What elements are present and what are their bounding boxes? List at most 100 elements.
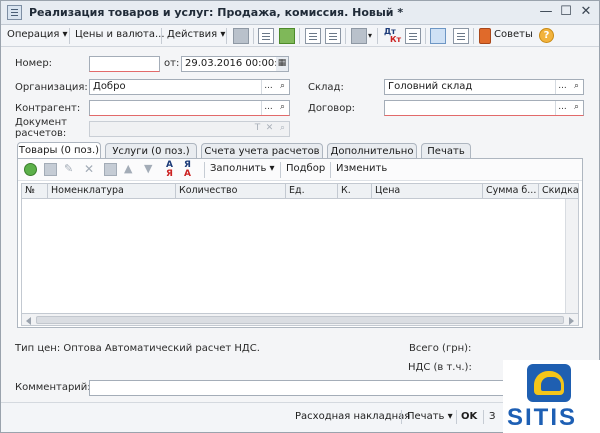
operation-menu[interactable]: Операция ▾	[7, 29, 68, 40]
column-header-number[interactable]: №	[22, 184, 48, 199]
goods-table-body[interactable]	[21, 199, 579, 313]
settlement-document-field[interactable]: T ✕ ⌕	[89, 121, 290, 137]
toolbar-separator	[401, 410, 402, 424]
number-label: Номер:	[15, 58, 53, 69]
tab-additional[interactable]: Дополнительно	[327, 143, 417, 159]
move-down-icon[interactable]: ▼	[144, 163, 157, 176]
dt-kt-icon[interactable]: Дт Кт	[383, 27, 402, 44]
select-button[interactable]: Подбор	[286, 163, 325, 174]
clear-icon[interactable]: ✕	[264, 122, 275, 136]
move-up-icon[interactable]: ▲	[124, 163, 137, 176]
date-label: от:	[164, 58, 180, 69]
price-type-info[interactable]: Тип цен: Оптова Автоматический расчет НД…	[15, 343, 260, 354]
search-icon[interactable]: ⌕	[570, 101, 583, 115]
copy-document-icon[interactable]	[305, 28, 321, 44]
delete-icon[interactable]: ✕	[84, 163, 97, 176]
sort-descending-icon[interactable]: Я А	[184, 161, 191, 179]
close-button[interactable]: ✕	[577, 4, 595, 21]
toolbar-separator	[204, 162, 205, 178]
goods-tab-panel: ✎ ✕ ▲ ▼ А Я Я А Заполнить ▾ Подбор Измен…	[17, 158, 583, 328]
settlement-label-line2: расчетов:	[15, 128, 67, 139]
column-header-discount[interactable]: Скидка	[539, 184, 579, 199]
column-header-price[interactable]: Цена	[372, 184, 483, 199]
search-icon[interactable]: ⌕	[276, 80, 289, 94]
counterparty-field[interactable]: ... ⌕	[89, 100, 290, 116]
column-header-quantity[interactable]: Количество	[176, 184, 286, 199]
select-dots-button[interactable]: ...	[261, 80, 275, 94]
tab-services[interactable]: Услуги (0 поз.)	[105, 143, 197, 159]
warehouse-value: Головний склад	[388, 81, 473, 92]
report-icon[interactable]	[405, 28, 421, 44]
scroll-right-icon[interactable]	[569, 317, 574, 325]
add-icon[interactable]	[24, 163, 37, 176]
warehouse-field[interactable]: Головний склад ... ⌕	[384, 79, 584, 95]
enter-based-on-icon[interactable]	[351, 28, 367, 44]
document-icon	[7, 5, 22, 20]
organization-label: Организация:	[15, 82, 88, 93]
column-header-unit[interactable]: Ед.	[286, 184, 338, 199]
document-movements-icon[interactable]	[325, 28, 341, 44]
fill-menu[interactable]: Заполнить ▾	[210, 163, 275, 174]
sort-desc-bottom: А	[184, 169, 191, 179]
sort-asc-bottom: Я	[166, 169, 173, 179]
column-header-nomenclature[interactable]: Номенклатура	[48, 184, 176, 199]
contract-field[interactable]: ... ⌕	[384, 100, 584, 116]
prices-currency-button[interactable]: Цены и валюта...	[75, 29, 165, 40]
calendar-icon[interactable]: ▦	[276, 57, 288, 71]
select-dots-button[interactable]: ...	[261, 101, 275, 115]
organization-field[interactable]: Добро ... ⌕	[89, 79, 290, 95]
date-field[interactable]: 29.03.2016 00:00:00 ▦	[181, 56, 289, 72]
tab-settlement-accounts[interactable]: Счета учета расчетов	[201, 143, 323, 159]
type-icon[interactable]: T	[252, 122, 263, 136]
edit-icon[interactable]: ✎	[64, 163, 77, 176]
save-icon[interactable]	[233, 28, 249, 44]
select-dots-button[interactable]: ...	[555, 101, 569, 115]
number-field[interactable]	[89, 56, 160, 72]
sort-ascending-icon[interactable]: А Я	[166, 161, 173, 179]
toolbar-separator	[226, 28, 227, 44]
search-icon[interactable]: ⌕	[276, 122, 289, 136]
change-button[interactable]: Изменить	[336, 163, 387, 174]
maximize-button[interactable]: ☐	[557, 4, 575, 21]
tips-icon[interactable]	[479, 28, 491, 44]
total-label: Всего (грн):	[409, 343, 472, 354]
tips-button[interactable]: Советы	[494, 29, 533, 40]
toolbar-separator	[280, 162, 281, 178]
search-icon[interactable]: ⌕	[570, 80, 583, 94]
print-menu[interactable]: Печать ▾	[407, 411, 453, 422]
horizontal-scrollbar[interactable]	[21, 313, 579, 326]
end-edit-icon[interactable]	[104, 163, 117, 176]
toolbar-separator	[161, 28, 162, 44]
structure-icon[interactable]	[430, 28, 446, 44]
scroll-left-icon[interactable]	[26, 317, 31, 325]
chevron-down-icon[interactable]: ▾	[368, 31, 372, 40]
search-icon[interactable]: ⌕	[276, 101, 289, 115]
help-icon[interactable]: ?	[539, 28, 554, 43]
date-value: 29.03.2016 00:00:00	[185, 58, 289, 69]
ok-button[interactable]: OK	[461, 411, 477, 422]
write-document-icon[interactable]	[258, 28, 274, 44]
tab-goods[interactable]: Товары (0 поз.)	[17, 142, 101, 159]
column-header-coefficient[interactable]: К.	[338, 184, 372, 199]
toolbar-separator	[377, 28, 378, 44]
copy-icon[interactable]	[44, 163, 57, 176]
table-toolbar: ✎ ✕ ▲ ▼ А Я Я А Заполнить ▾ Подбор Измен…	[18, 159, 582, 181]
close-document-button[interactable]: З	[489, 411, 495, 422]
post-document-icon[interactable]	[279, 28, 295, 44]
minimize-button[interactable]: —	[537, 4, 555, 21]
kt-label: Кт	[390, 35, 402, 44]
column-header-sum[interactable]: Сумма б...	[483, 184, 539, 199]
actions-menu[interactable]: Действия ▾	[167, 29, 225, 40]
vertical-scrollbar[interactable]	[565, 199, 578, 313]
vat-label: НДС (в т.ч.):	[408, 362, 472, 373]
list-icon[interactable]	[453, 28, 469, 44]
scroll-thumb[interactable]	[36, 316, 564, 324]
organization-value: Добро	[93, 81, 126, 92]
toolbar-separator	[345, 28, 346, 44]
title-bar: Реализация товаров и услуг: Продажа, ком…	[1, 1, 599, 25]
invoice-print-button[interactable]: Расходная накладная	[295, 411, 410, 422]
table-header: № Номенклатура Количество Ед. К. Цена Су…	[21, 183, 579, 199]
toolbar-separator	[299, 28, 300, 44]
tab-print[interactable]: Печать	[421, 143, 471, 159]
select-dots-button[interactable]: ...	[555, 80, 569, 94]
